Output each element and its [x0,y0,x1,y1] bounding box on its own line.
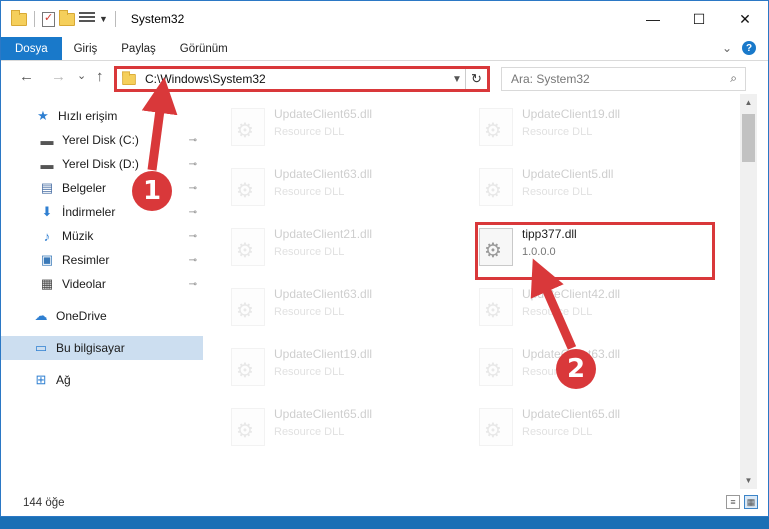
callout-arrow-2 [530,258,577,350]
callout-badge-2: 2 [556,349,596,389]
callout-arrow-1 [141,77,178,171]
callout-badge-1: 1 [132,171,172,211]
callout-arrows [141,77,577,350]
